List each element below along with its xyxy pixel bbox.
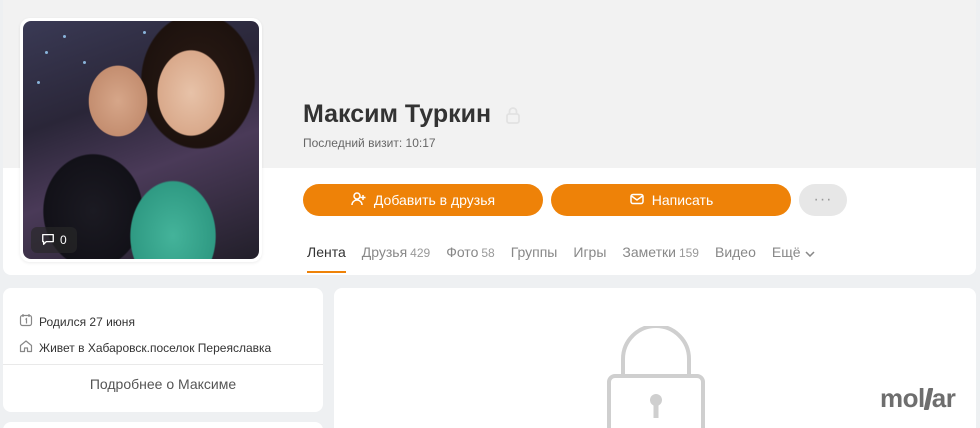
profile-name: Максим Туркин	[303, 100, 492, 128]
add-user-icon	[351, 191, 367, 210]
profile-tabs: Лента Друзья 429 Фото 58 Группы Игры Замет…	[307, 244, 831, 273]
tab-more[interactable]: Ещё	[772, 244, 815, 273]
profile-name-row: Максим Туркин	[303, 100, 521, 129]
lock-icon	[505, 106, 521, 124]
last-visit: Последний визит: 10:17	[303, 136, 436, 150]
mail-icon	[629, 191, 645, 210]
photo-comments-badge[interactable]: 0	[31, 227, 77, 253]
about-card: Родился 27 июня Живет в Хабаровск.посело…	[3, 288, 323, 412]
more-actions-button[interactable]: ···	[799, 184, 847, 216]
tab-label: Лента	[307, 244, 346, 260]
tab-games[interactable]: Игры	[573, 244, 606, 273]
chevron-down-icon	[801, 244, 815, 260]
photo-sparkle	[63, 35, 66, 38]
city-row: Живет в Хабаровск.поселок Переяславка	[19, 339, 271, 356]
photo-sparkle	[45, 51, 48, 54]
tab-label: Группы	[510, 244, 558, 260]
photo-comments-count: 0	[60, 233, 67, 247]
tab-label: Ещё	[771, 244, 801, 260]
add-friend-button[interactable]: Добавить в друзья	[303, 184, 543, 216]
tab-feed[interactable]: Лента	[307, 244, 346, 273]
molfar-watermark-logo: mol ar	[880, 383, 956, 414]
avatar[interactable]: 0	[23, 21, 259, 259]
tab-label: Видео	[714, 244, 756, 260]
write-message-button[interactable]: Написать	[551, 184, 791, 216]
tab-photos[interactable]: Фото 58	[446, 244, 495, 273]
tab-count: 429	[410, 246, 431, 260]
home-icon	[19, 339, 33, 356]
tab-count: 159	[678, 246, 699, 260]
calendar-icon	[19, 313, 33, 330]
lock-icon	[607, 326, 705, 428]
birthday-row: Родился 27 июня	[19, 313, 135, 330]
tab-label: Заметки	[622, 244, 676, 260]
watermark-text-end: ar	[931, 383, 956, 413]
city-text: Живет в Хабаровск.поселок Переяславка	[39, 340, 272, 355]
add-friend-label: Добавить в друзья	[373, 192, 496, 208]
tab-label: Друзья	[361, 244, 408, 260]
divider	[3, 364, 323, 365]
photo-sparkle	[37, 81, 40, 84]
secondary-card	[3, 422, 323, 428]
photo-sparkle	[83, 61, 86, 64]
avatar-frame: 0	[20, 18, 262, 262]
tab-video[interactable]: Видео	[715, 244, 756, 273]
photo-sparkle	[143, 31, 146, 34]
watermark-text-start: mol	[880, 383, 925, 413]
birthday-text: Родился 27 июня	[39, 314, 135, 329]
tab-groups[interactable]: Группы	[511, 244, 558, 273]
tab-friends[interactable]: Друзья 429	[362, 244, 430, 273]
tab-label: Фото	[446, 244, 479, 260]
tab-notes[interactable]: Заметки 159	[622, 244, 699, 273]
more-about-link[interactable]: Подробнее о Максиме	[3, 376, 323, 392]
tab-count: 58	[481, 246, 495, 260]
tab-label: Игры	[573, 244, 607, 260]
profile-card: 0 Максим Туркин Последний визит: 10:17 Д…	[3, 0, 976, 275]
comment-icon	[41, 232, 55, 249]
write-message-label: Написать	[651, 192, 714, 208]
